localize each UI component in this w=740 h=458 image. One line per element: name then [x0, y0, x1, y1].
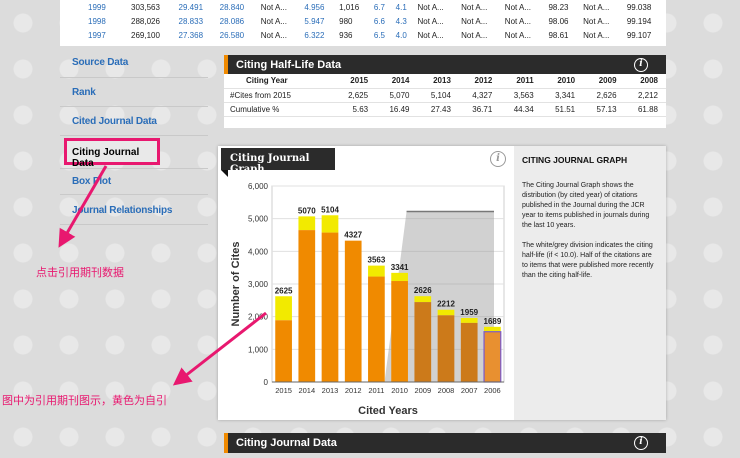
- annotation-graph-note: 图中为引用期刊图示，黄色为自引: [2, 394, 167, 407]
- arrow-to-sidebar: [58, 165, 108, 248]
- annotation-click-note: 点击引用期刊数据: [36, 266, 124, 279]
- arrow-to-chart: [172, 311, 267, 386]
- annotation-arrows: [58, 165, 267, 386]
